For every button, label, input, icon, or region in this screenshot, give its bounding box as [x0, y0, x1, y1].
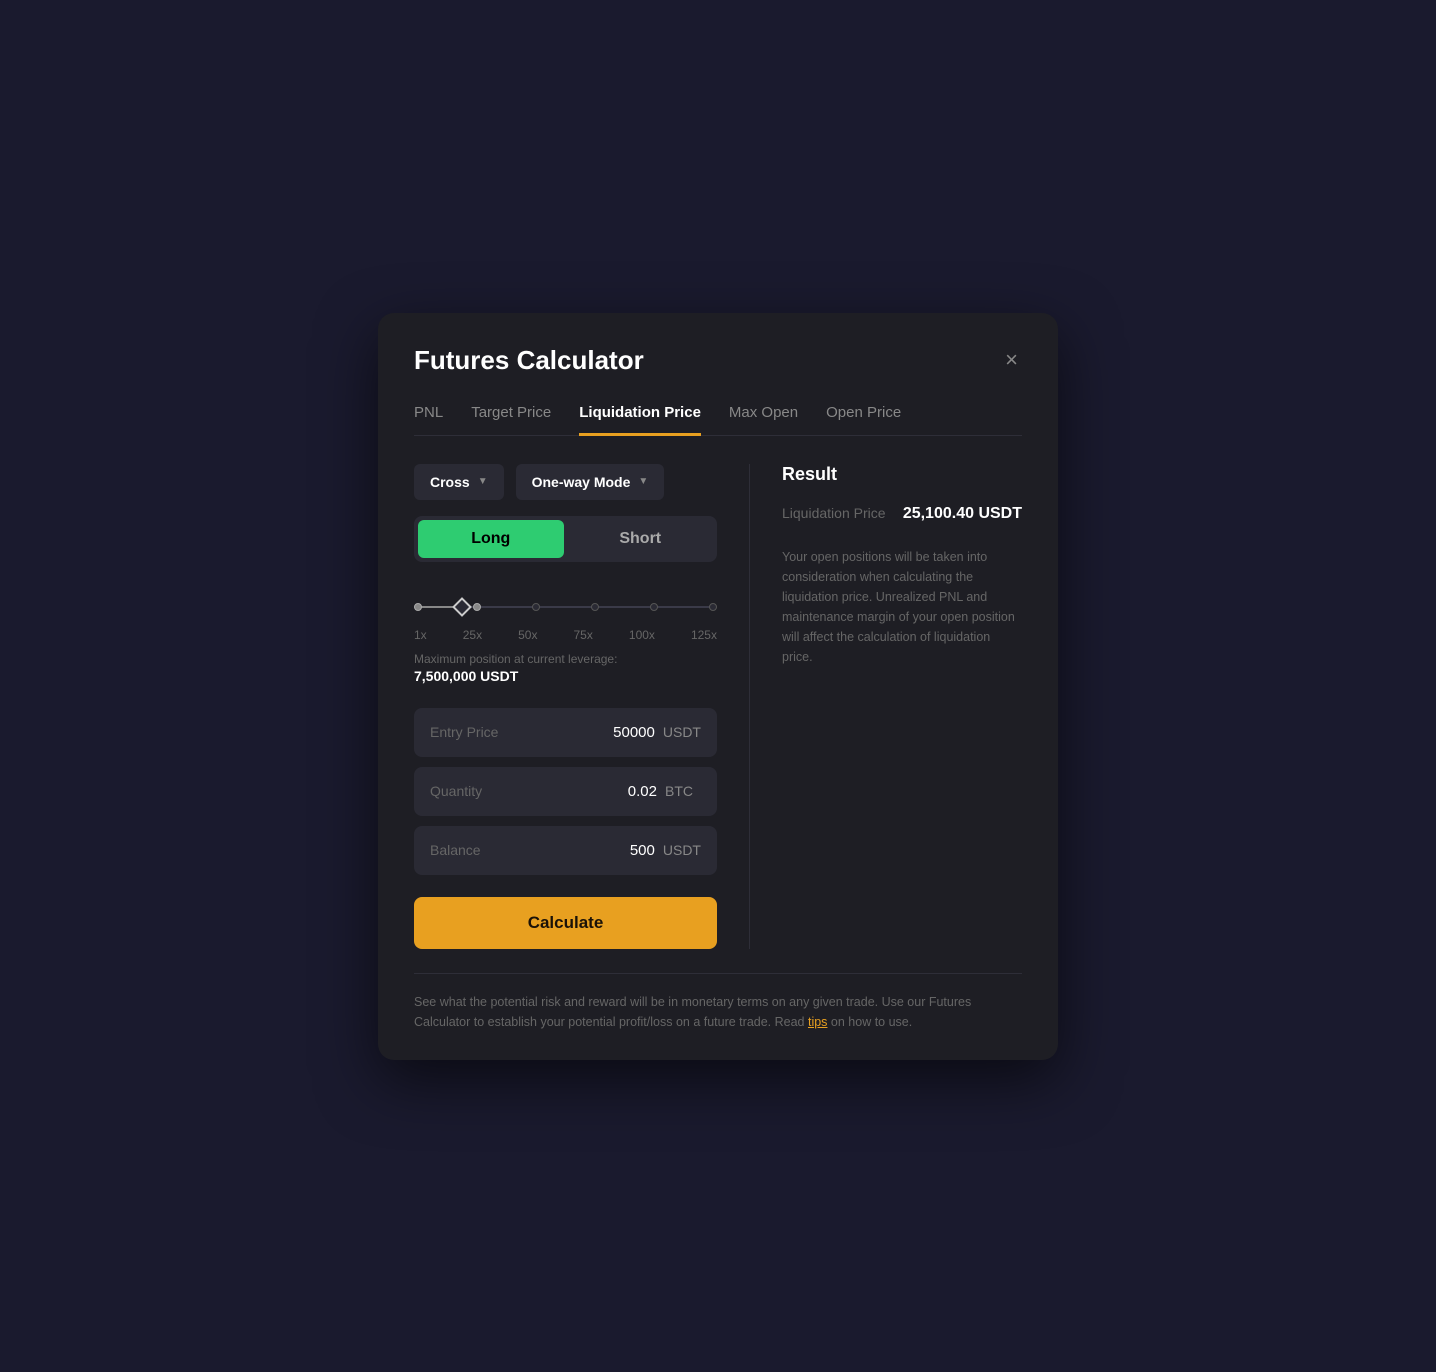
- slider-track: [414, 606, 717, 608]
- tick-1x: [414, 603, 422, 611]
- modal-title: Futures Calculator: [414, 345, 644, 376]
- leverage-slider-container: [414, 586, 717, 620]
- label-100x: 100x: [629, 628, 655, 642]
- label-50x: 50x: [518, 628, 537, 642]
- footer: See what the potential risk and reward w…: [414, 973, 1022, 1032]
- entry-price-input[interactable]: [565, 724, 655, 741]
- tick-100x: [650, 603, 658, 611]
- futures-calculator-modal: Futures Calculator × PNL Target Price Li…: [378, 313, 1058, 1060]
- right-panel: Result Liquidation Price 25,100.40 USDT …: [782, 464, 1022, 949]
- tab-open-price[interactable]: Open Price: [826, 404, 901, 436]
- quantity-value-area: BTC: [567, 783, 701, 800]
- tab-target-price[interactable]: Target Price: [471, 404, 551, 436]
- result-note: Your open positions will be taken into c…: [782, 547, 1022, 667]
- chevron-down-icon: ▼: [638, 476, 648, 487]
- entry-price-value-area: USDT: [565, 724, 701, 741]
- margin-mode-label: Cross: [430, 474, 470, 490]
- quantity-input[interactable]: [567, 783, 657, 800]
- balance-unit: USDT: [663, 842, 701, 858]
- long-button[interactable]: Long: [418, 520, 564, 558]
- footer-text-after: on how to use.: [827, 1015, 912, 1029]
- short-button[interactable]: Short: [568, 520, 714, 558]
- chevron-down-icon: ▼: [478, 476, 488, 487]
- entry-price-field: Entry Price USDT: [414, 708, 717, 757]
- label-25x: 25x: [463, 628, 482, 642]
- label-125x: 125x: [691, 628, 717, 642]
- result-liquidation-value: 25,100.40 USDT: [903, 505, 1022, 523]
- label-1x: 1x: [414, 628, 427, 642]
- quantity-field: Quantity BTC: [414, 767, 717, 816]
- result-title: Result: [782, 464, 1022, 485]
- close-button[interactable]: ×: [1001, 345, 1022, 375]
- max-position-section: Maximum position at current leverage: 7,…: [414, 652, 717, 684]
- entry-price-label: Entry Price: [430, 724, 498, 740]
- main-content: Cross ▼ One-way Mode ▼ Long Short: [414, 464, 1022, 949]
- leverage-section: 1x 25x 50x 75x 100x 125x Maximum positio…: [414, 586, 717, 684]
- calculate-button[interactable]: Calculate: [414, 897, 717, 949]
- tab-max-open[interactable]: Max Open: [729, 404, 798, 436]
- tick-75x: [591, 603, 599, 611]
- entry-price-unit: USDT: [663, 724, 701, 740]
- tick-125x: [709, 603, 717, 611]
- tab-bar: PNL Target Price Liquidation Price Max O…: [414, 404, 1022, 436]
- balance-value-area: USDT: [565, 842, 701, 859]
- tick-50x: [532, 603, 540, 611]
- panel-divider: [749, 464, 750, 949]
- slider-thumb[interactable]: [453, 597, 473, 617]
- max-position-label: Maximum position at current leverage:: [414, 652, 717, 666]
- result-row-liquidation: Liquidation Price 25,100.40 USDT: [782, 505, 1022, 523]
- max-position-value: 7,500,000 USDT: [414, 668, 717, 684]
- tick-25x: [473, 603, 481, 611]
- margin-mode-dropdown[interactable]: Cross ▼: [414, 464, 504, 500]
- position-toggle: Long Short: [414, 516, 717, 562]
- dropdowns-row: Cross ▼ One-way Mode ▼: [414, 464, 717, 500]
- label-75x: 75x: [574, 628, 593, 642]
- left-panel: Cross ▼ One-way Mode ▼ Long Short: [414, 464, 717, 949]
- slider-labels: 1x 25x 50x 75x 100x 125x: [414, 628, 717, 642]
- balance-input[interactable]: [565, 842, 655, 859]
- quantity-label: Quantity: [430, 783, 482, 799]
- quantity-unit: BTC: [665, 783, 701, 799]
- tips-link[interactable]: tips: [808, 1015, 827, 1029]
- position-mode-label: One-way Mode: [532, 474, 631, 490]
- balance-label: Balance: [430, 842, 481, 858]
- tab-liquidation-price[interactable]: Liquidation Price: [579, 404, 701, 436]
- balance-field: Balance USDT: [414, 826, 717, 875]
- position-mode-dropdown[interactable]: One-way Mode ▼: [516, 464, 665, 500]
- modal-header: Futures Calculator ×: [414, 345, 1022, 376]
- result-liquidation-label: Liquidation Price: [782, 505, 886, 521]
- tab-pnl[interactable]: PNL: [414, 404, 443, 436]
